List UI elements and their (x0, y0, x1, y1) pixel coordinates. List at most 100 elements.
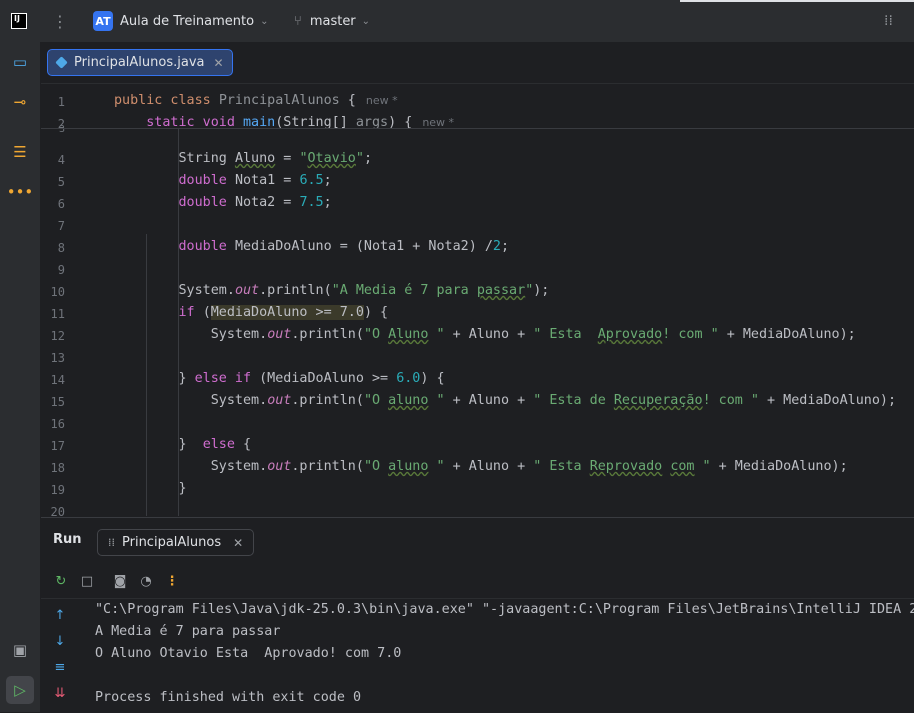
code-token: Aprovado (597, 327, 663, 342)
code-token: ); (533, 283, 550, 298)
line-number: 17 (50, 439, 65, 453)
code-token: ) { (363, 305, 389, 320)
inlay-hint: new * (365, 94, 398, 107)
sticky-lines-divider (41, 128, 914, 129)
code-token: ; (323, 195, 332, 210)
code-token: MediaDoAluno = (Nota1 + Nota2) / (234, 239, 493, 254)
code-token: else if (194, 371, 260, 386)
code-token: System. (114, 327, 268, 342)
code-token: .println( (291, 393, 364, 408)
intellij-logo-icon[interactable]: IJ (11, 0, 27, 42)
code-token: out (267, 393, 292, 408)
run-tool-window: Run ⁞⁞ PrincipalAlunos ✕ ↻ □ ◙ ◔ ⋮ ↑ ↓ ≡… (41, 517, 914, 713)
code-token: + MediaDoAluno); (759, 393, 897, 408)
code-token: double (178, 195, 235, 210)
code-line: double Nota1 = 6.5; (114, 173, 332, 188)
code-token: } (114, 437, 203, 452)
code-token: ! com " (662, 327, 719, 342)
code-token: else (202, 437, 243, 452)
code-token: double (178, 173, 235, 188)
project-widget[interactable]: AT Aula de Treinamento ⌄ (93, 0, 268, 42)
down-arrow-icon[interactable]: ↓ (51, 632, 69, 650)
code-token: PrincipalAlunos (218, 93, 340, 108)
code-token: + MediaDoAluno); (710, 459, 848, 474)
code-token: double (178, 239, 235, 254)
more-icon[interactable]: ••• (6, 178, 34, 206)
code-token: System. (114, 283, 235, 298)
code-line: System.out.println("A Media é 7 para pas… (114, 283, 549, 298)
code-token: out (267, 459, 292, 474)
screenshot-icon[interactable]: ◙ (111, 572, 129, 590)
code-token: String (114, 151, 235, 166)
code-token: = (275, 151, 300, 166)
services-icon[interactable]: ▣ (6, 636, 34, 664)
line-number: 13 (50, 351, 65, 365)
code-token: com (670, 459, 695, 474)
code-token: .println( (259, 283, 332, 298)
line-number: 1 (57, 95, 65, 109)
commit-icon[interactable]: ⊸ (6, 88, 34, 116)
code-token: " (428, 327, 445, 342)
code-token: + Aluno + (444, 327, 534, 342)
code-token: Nota1 = (234, 173, 300, 188)
run-config-icon[interactable]: ⁞⁞ (884, 0, 893, 42)
branch-widget[interactable]: ⑂ master ⌄ (294, 0, 370, 42)
code-token: "O (363, 459, 389, 474)
code-token: (MediaDoAluno >= (259, 371, 397, 386)
main-menu-icon[interactable]: ⋮ (52, 0, 68, 42)
code-line: } else if (MediaDoAluno >= 6.0) { (114, 371, 444, 386)
code-token: " Esta de (533, 393, 614, 408)
run-side-toolbar: ↑ ↓ ≡ ⇊ (41, 599, 79, 713)
line-number: 6 (57, 197, 65, 211)
more-vertical-icon[interactable]: ⋮ (163, 572, 181, 590)
scroll-to-end-icon[interactable]: ⇊ (51, 684, 69, 702)
line-number: 5 (57, 175, 65, 189)
code-token: Aluno (234, 151, 276, 166)
code-line: } else { (114, 437, 251, 452)
code-token: ! com " (702, 393, 759, 408)
close-icon[interactable]: ✕ (233, 536, 243, 550)
line-number: 8 (57, 241, 65, 255)
code-token: " Esta (533, 459, 590, 474)
console-line: A Media é 7 para passar (95, 624, 281, 639)
code-editor[interactable]: 1 public class PrincipalAlunos {new * 2 st… (41, 84, 914, 516)
code-token: ; (323, 173, 332, 188)
run-icon[interactable]: ▷ (6, 676, 34, 704)
project-icon[interactable]: ▭ (6, 48, 34, 76)
up-arrow-icon[interactable]: ↑ (51, 606, 69, 624)
code-token: 7.5 (299, 195, 324, 210)
code-token: " Esta (533, 327, 598, 342)
soft-wrap-icon[interactable]: ≡ (51, 658, 69, 676)
code-line: String Aluno = "Otavio"; (114, 151, 372, 166)
settings-icon[interactable]: ◔ (137, 572, 155, 590)
code-token: Aluno (388, 327, 429, 342)
code-line: System.out.println("O Aluno " + Aluno + … (114, 327, 856, 342)
code-token: + MediaDoAluno); (718, 327, 856, 342)
window-accent-bar (680, 0, 914, 2)
code-token: 2 (492, 239, 501, 254)
stop-icon[interactable]: □ (78, 572, 96, 590)
line-number: 16 (50, 417, 65, 431)
code-token: " (299, 151, 308, 166)
code-token: 6.5 (299, 173, 324, 188)
rerun-icon[interactable]: ↻ (52, 572, 70, 590)
code-token: " (428, 459, 445, 474)
line-number: 3 (58, 124, 65, 135)
code-token: { (243, 437, 252, 452)
code-token: 6.0 (396, 371, 421, 386)
line-number: 19 (50, 483, 65, 497)
tab-principal-alunos-java[interactable]: PrincipalAlunos.java ✕ (47, 49, 233, 76)
project-name: Aula de Treinamento (120, 13, 255, 29)
code-token: ( (202, 305, 211, 320)
console-output[interactable]: "C:\Program Files\Java\jdk-25.0.3\bin\ja… (95, 600, 914, 713)
editor-tab-bar: PrincipalAlunos.java ✕ (41, 42, 914, 84)
code-token: "O (363, 327, 389, 342)
run-tab-principal-alunos[interactable]: ⁞⁞ PrincipalAlunos ✕ (97, 529, 255, 556)
close-icon[interactable]: ✕ (213, 56, 223, 70)
structure-icon[interactable]: ☰ (6, 138, 34, 166)
code-line: double MediaDoAluno = (Nota1 + Nota2) /2… (114, 239, 510, 254)
code-token: System. (114, 393, 268, 408)
run-title: Run (53, 532, 82, 547)
